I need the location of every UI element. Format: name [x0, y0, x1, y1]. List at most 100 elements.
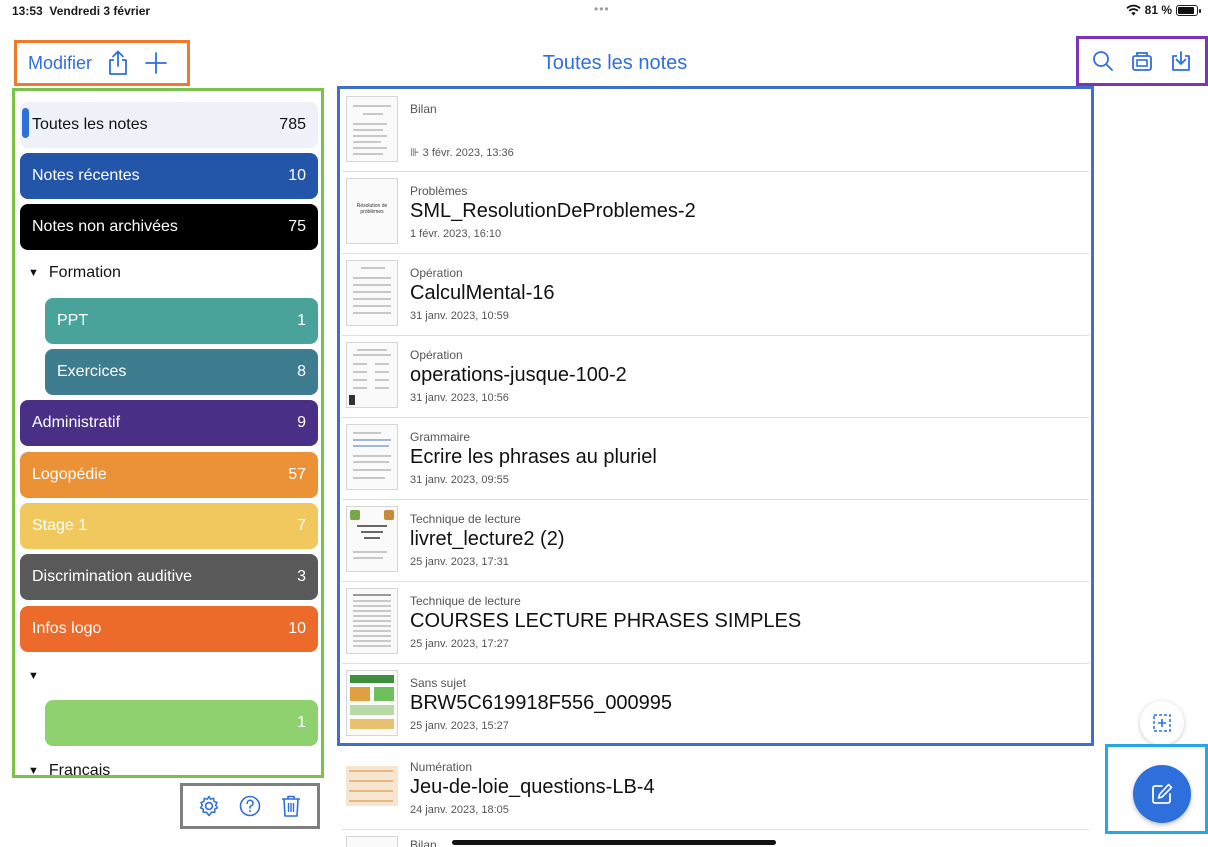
sidebar-item-infos-logo[interactable]: Infos logo 10: [20, 606, 318, 652]
group-francais[interactable]: ▼ Francais: [28, 762, 111, 778]
sidebar-item-recent[interactable]: Notes récentes 10: [20, 153, 318, 199]
sidebar-item-count: 785: [279, 116, 306, 133]
sidebar-item-label: PPT: [57, 312, 89, 329]
sidebar-item-label: Logopédie: [32, 466, 107, 483]
note-subject: Bilan: [410, 102, 437, 116]
search-icon[interactable]: [1091, 48, 1115, 74]
note-row[interactable]: Résolution de problèmes Problèmes SML_Re…: [342, 172, 1089, 254]
sidebar-item-discrimination-auditive[interactable]: Discrimination auditive 3: [20, 554, 318, 600]
selection-indicator: [22, 108, 29, 138]
sidebar-item-label: Notes récentes: [32, 167, 140, 184]
sidebar-item-label: Stage 1: [32, 517, 88, 534]
note-thumbnail: [346, 260, 398, 326]
sidebar-item-count: 7: [297, 517, 306, 534]
import-icon[interactable]: [1169, 48, 1193, 74]
help-icon[interactable]: [238, 793, 262, 819]
battery-fill: [1178, 6, 1195, 14]
sidebar-item-count: 8: [297, 363, 306, 380]
disclosure-triangle-icon[interactable]: ▼: [28, 670, 39, 682]
thumbnail-text: Résolution de problèmes: [356, 203, 388, 215]
note-date: 24 janv. 2023, 18:05: [410, 804, 509, 816]
battery-percent: 81 %: [1144, 3, 1172, 17]
note-date: ⊪ 3 févr. 2023, 13:36: [410, 147, 514, 159]
note-thumbnail: Résolution de problèmes: [346, 178, 398, 244]
note-date: 31 janv. 2023, 09:55: [410, 474, 509, 486]
group-label: Francais: [48, 762, 111, 778]
sidebar: Toutes les notes 785 Notes récentes 10 N…: [12, 88, 324, 778]
sidebar-bottom-tools: [180, 783, 320, 829]
toolbar-right: [1076, 36, 1208, 86]
sidebar-item-count: 10: [288, 620, 306, 637]
status-right: 81 %: [1126, 3, 1201, 17]
sidebar-item-all-notes[interactable]: Toutes les notes 785: [20, 102, 318, 148]
share-icon[interactable]: [106, 50, 130, 76]
plus-icon[interactable]: [144, 50, 168, 76]
note-subject: Technique de lecture: [410, 594, 521, 608]
sidebar-item-ppt[interactable]: PPT 1: [45, 298, 318, 344]
compose-icon: [1152, 783, 1173, 804]
multitask-dots[interactable]: •••: [594, 2, 610, 16]
edit-button[interactable]: Modifier: [28, 53, 92, 74]
sidebar-item-stage-1[interactable]: Stage 1 7: [20, 503, 318, 549]
toolbar-left: Modifier: [14, 40, 190, 86]
note-date: 25 janv. 2023, 17:31: [410, 556, 509, 568]
sidebar-item-administratif[interactable]: Administratif 9: [20, 400, 318, 446]
note-row[interactable]: Opération operations-jusque-100-2 31 jan…: [342, 336, 1089, 418]
note-title: Ecrire les phrases au pluriel: [410, 446, 657, 468]
sidebar-item-count: 1: [297, 312, 306, 329]
sidebar-item-unarchived[interactable]: Notes non archivées 75: [20, 204, 318, 250]
sidebar-item-count: 75: [288, 218, 306, 235]
page-title: Toutes les notes: [542, 52, 688, 74]
note-thumbnail: [346, 506, 398, 572]
note-subject: Technique de lecture: [410, 512, 521, 526]
note-row[interactable]: Bilan ⊪ 3 févr. 2023, 13:36: [342, 90, 1089, 172]
note-subject: Sans sujet: [410, 676, 467, 690]
sidebar-item-label: Administratif: [32, 414, 121, 431]
note-row[interactable]: Sans sujet BRW5C619918F556_000995 25 jan…: [342, 664, 1089, 746]
sidebar-item-unnamed[interactable]: 1: [45, 700, 318, 746]
note-row[interactable]: Numération Jeu-de-loie_questions-LB-4 24…: [342, 748, 1089, 830]
sidebar-item-label: Infos logo: [32, 620, 102, 637]
compose-button[interactable]: [1133, 765, 1191, 823]
sidebar-item-count: 57: [288, 466, 306, 483]
add-box-button[interactable]: [1140, 701, 1184, 745]
sidebar-item-count: 10: [288, 167, 306, 184]
note-title: operations-jusque-100-2: [410, 364, 627, 386]
disclosure-triangle-icon[interactable]: ▼: [28, 765, 39, 775]
home-indicator[interactable]: [452, 840, 776, 845]
note-row[interactable]: Technique de lecture livret_lecture2 (2)…: [342, 500, 1089, 582]
note-date: 31 janv. 2023, 10:56: [410, 392, 509, 404]
note-row[interactable]: Grammaire Ecrire les phrases au pluriel …: [342, 418, 1089, 500]
settings-icon[interactable]: [197, 793, 221, 819]
wifi-icon: [1126, 4, 1141, 16]
sidebar-item-exercices[interactable]: Exercices 8: [45, 349, 318, 395]
sidebar-item-count: 9: [297, 414, 306, 431]
app-window: 13:53 Vendredi 3 février ••• 81 % Modifi…: [0, 0, 1208, 847]
note-title: livret_lecture2 (2): [410, 528, 565, 550]
group-formation[interactable]: ▼ Formation: [28, 264, 121, 282]
note-thumbnail: [346, 670, 398, 736]
note-title: CalculMental-16: [410, 282, 555, 304]
battery-icon: [1176, 4, 1201, 16]
note-subject: Bilan: [410, 838, 437, 847]
note-thumbnail: [346, 342, 398, 408]
sidebar-item-label: Exercices: [57, 363, 127, 380]
group-unnamed[interactable]: ▼: [28, 670, 49, 682]
note-thumbnail: [346, 836, 398, 847]
note-row[interactable]: Opération CalculMental-16 31 janv. 2023,…: [342, 254, 1089, 336]
note-date: 25 janv. 2023, 15:27: [410, 720, 509, 732]
sidebar-item-count: 3: [297, 568, 306, 585]
note-subject: Problèmes: [410, 184, 468, 198]
group-label: Formation: [48, 264, 121, 281]
note-thumbnail: [346, 588, 398, 654]
scan-icon[interactable]: [1130, 48, 1154, 74]
note-title: Jeu-de-loie_questions-LB-4: [410, 776, 655, 798]
note-row[interactable]: Technique de lecture COURSES LECTURE PHR…: [342, 582, 1089, 664]
sidebar-item-label: Discrimination auditive: [32, 568, 193, 585]
note-date: 31 janv. 2023, 10:59: [410, 310, 509, 322]
note-thumbnail: [346, 96, 398, 162]
sidebar-item-logopedie[interactable]: Logopédie 57: [20, 452, 318, 498]
trash-icon[interactable]: [279, 793, 303, 819]
note-date: 25 janv. 2023, 17:27: [410, 638, 509, 650]
disclosure-triangle-icon[interactable]: ▼: [28, 267, 39, 279]
